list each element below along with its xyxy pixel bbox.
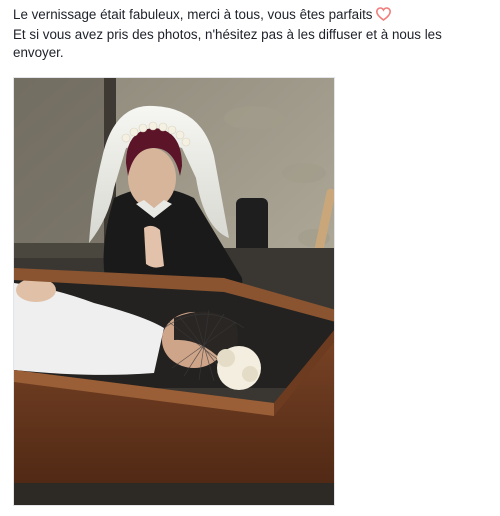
post-text: Le vernissage était fabuleux, merci à to… [13,6,493,62]
post-line-2: Et si vous avez pris des photos, n'hésit… [13,27,442,60]
post-line-1: Le vernissage était fabuleux, merci à to… [13,6,493,26]
heart-icon [375,7,391,26]
post-line-1-text: Le vernissage était fabuleux, merci à to… [13,7,373,22]
post: Le vernissage était fabuleux, merci à to… [0,0,500,516]
post-photo[interactable] [13,77,335,506]
